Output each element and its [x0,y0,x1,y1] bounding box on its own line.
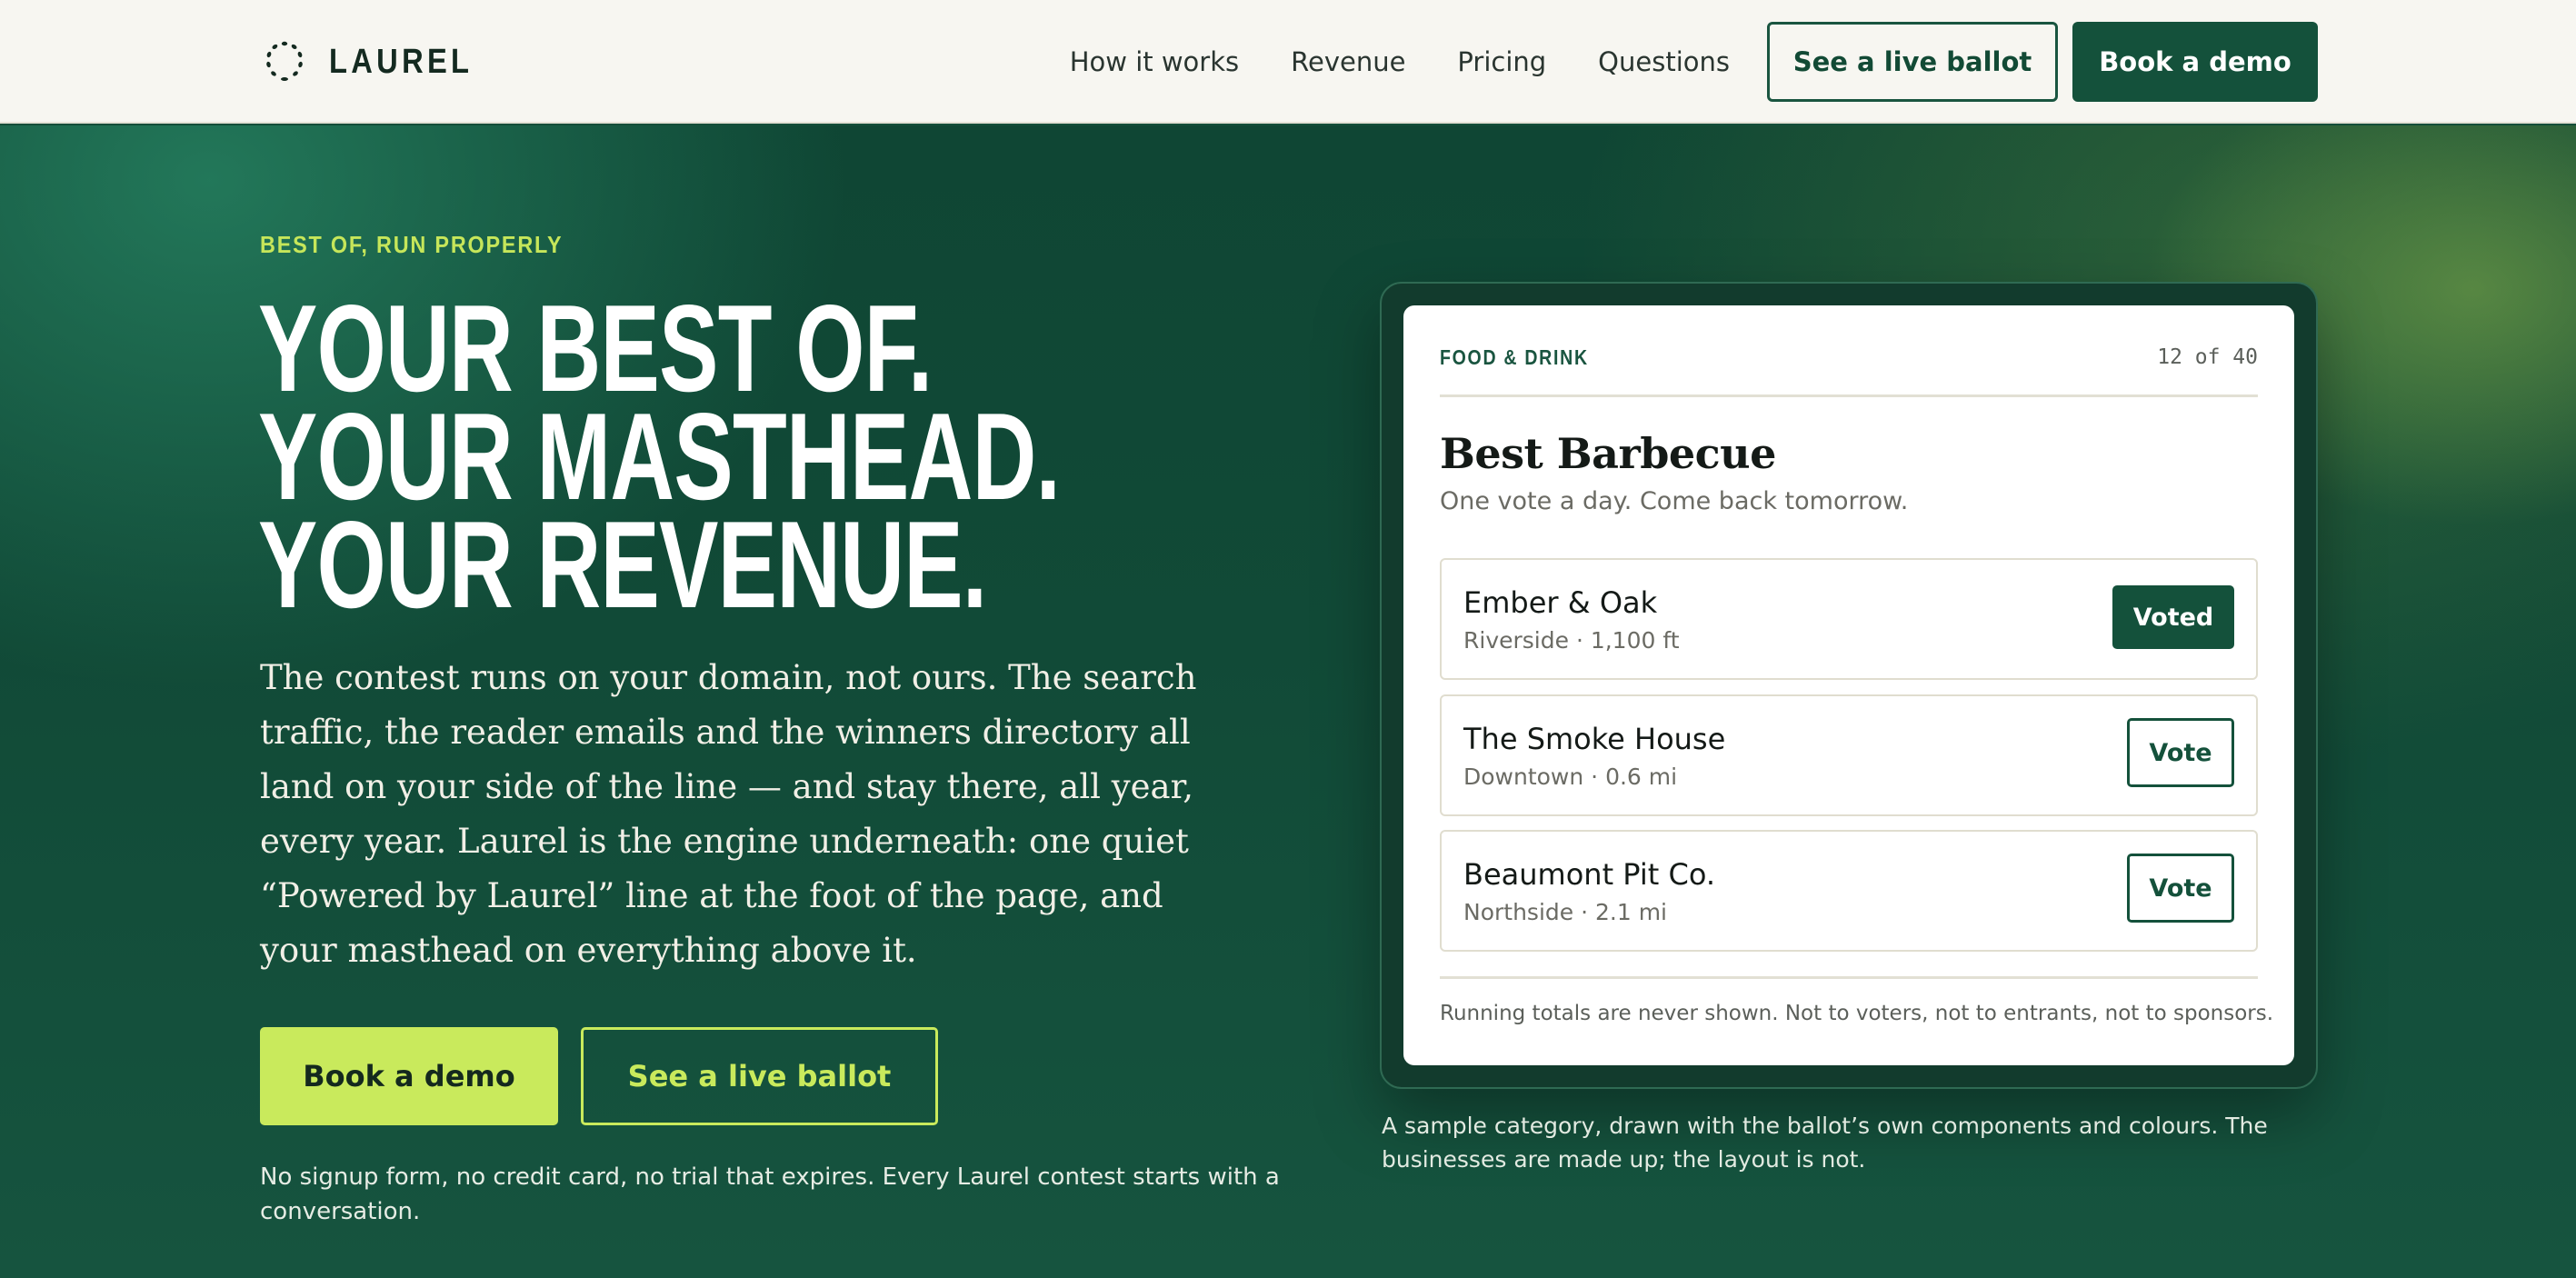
vote-button[interactable]: Vote [2127,718,2234,787]
option-name: Beaumont Pit Co. [1463,857,1716,892]
nav-link-how-it-works[interactable]: How it works [1070,46,1239,77]
ballot-counter: 12 of 40 [2157,345,2258,369]
nav-book-demo-button[interactable]: Book a demo [2072,22,2318,102]
option-meta: Northside · 2.1 mi [1463,899,1667,925]
nav-see-live-ballot-button[interactable]: See a live ballot [1767,22,2058,102]
ballot-option: The Smoke House Downtown · 0.6 mi Vote [1440,694,2258,816]
ballot-option: Ember & Oak Riverside · 1,100 ft Voted [1440,558,2258,680]
hero-headline: YOUR BEST OF. YOUR MASTHEAD. YOUR REVENU… [258,286,1061,634]
ballot-footnote: Running totals are never shown. Not to v… [1440,1002,2274,1025]
nav-links: How it works Revenue Pricing Questions S… [1070,22,2318,102]
ballot-card: FOOD & DRINK 12 of 40 Best Barbecue One … [1403,305,2294,1065]
option-meta: Riverside · 1,100 ft [1463,627,1680,654]
headline-line-3: YOUR REVENUE. [258,495,987,634]
ballot-title: Best Barbecue [1440,429,1776,478]
nav-link-pricing[interactable]: Pricing [1457,46,1546,77]
hero-fineprint: No signup form, no credit card, no trial… [260,1163,1280,1225]
hero-eyebrow: BEST OF, RUN PROPERLY [260,231,564,258]
laurel-wreath-icon [266,41,303,81]
option-meta: Downtown · 0.6 mi [1463,764,1678,790]
option-name: The Smoke House [1463,722,1726,756]
top-nav: LAUREL How it works Revenue Pricing Ques… [0,0,2576,124]
hero-book-demo-button[interactable]: Book a demo [260,1027,558,1125]
nav-link-revenue[interactable]: Revenue [1291,46,1405,77]
ballot-option: Beaumont Pit Co. Northside · 2.1 mi Vote [1440,830,2258,952]
brand-logo[interactable]: LAUREL [262,40,496,84]
hero-section: BEST OF, RUN PROPERLY YOUR BEST OF. YOUR… [0,125,2576,1278]
vote-button[interactable]: Vote [2127,854,2234,923]
ballot-divider-bottom [1440,976,2258,979]
voted-button[interactable]: Voted [2112,585,2234,649]
hero-lede: The contest runs on your domain, not our… [260,658,1197,970]
ballot-caption: A sample category, drawn with the ballot… [1382,1113,2268,1173]
nav-link-questions[interactable]: Questions [1598,46,1730,77]
brand-name: LAUREL [329,42,474,81]
hero-see-live-ballot-button[interactable]: See a live ballot [581,1027,938,1125]
ballot-preview-frame: FOOD & DRINK 12 of 40 Best Barbecue One … [1380,282,2318,1089]
option-name: Ember & Oak [1463,585,1658,620]
ballot-category: FOOD & DRINK [1440,345,1589,369]
ballot-divider-top [1440,394,2258,397]
ballot-subtitle: One vote a day. Come back tomorrow. [1440,487,1909,515]
